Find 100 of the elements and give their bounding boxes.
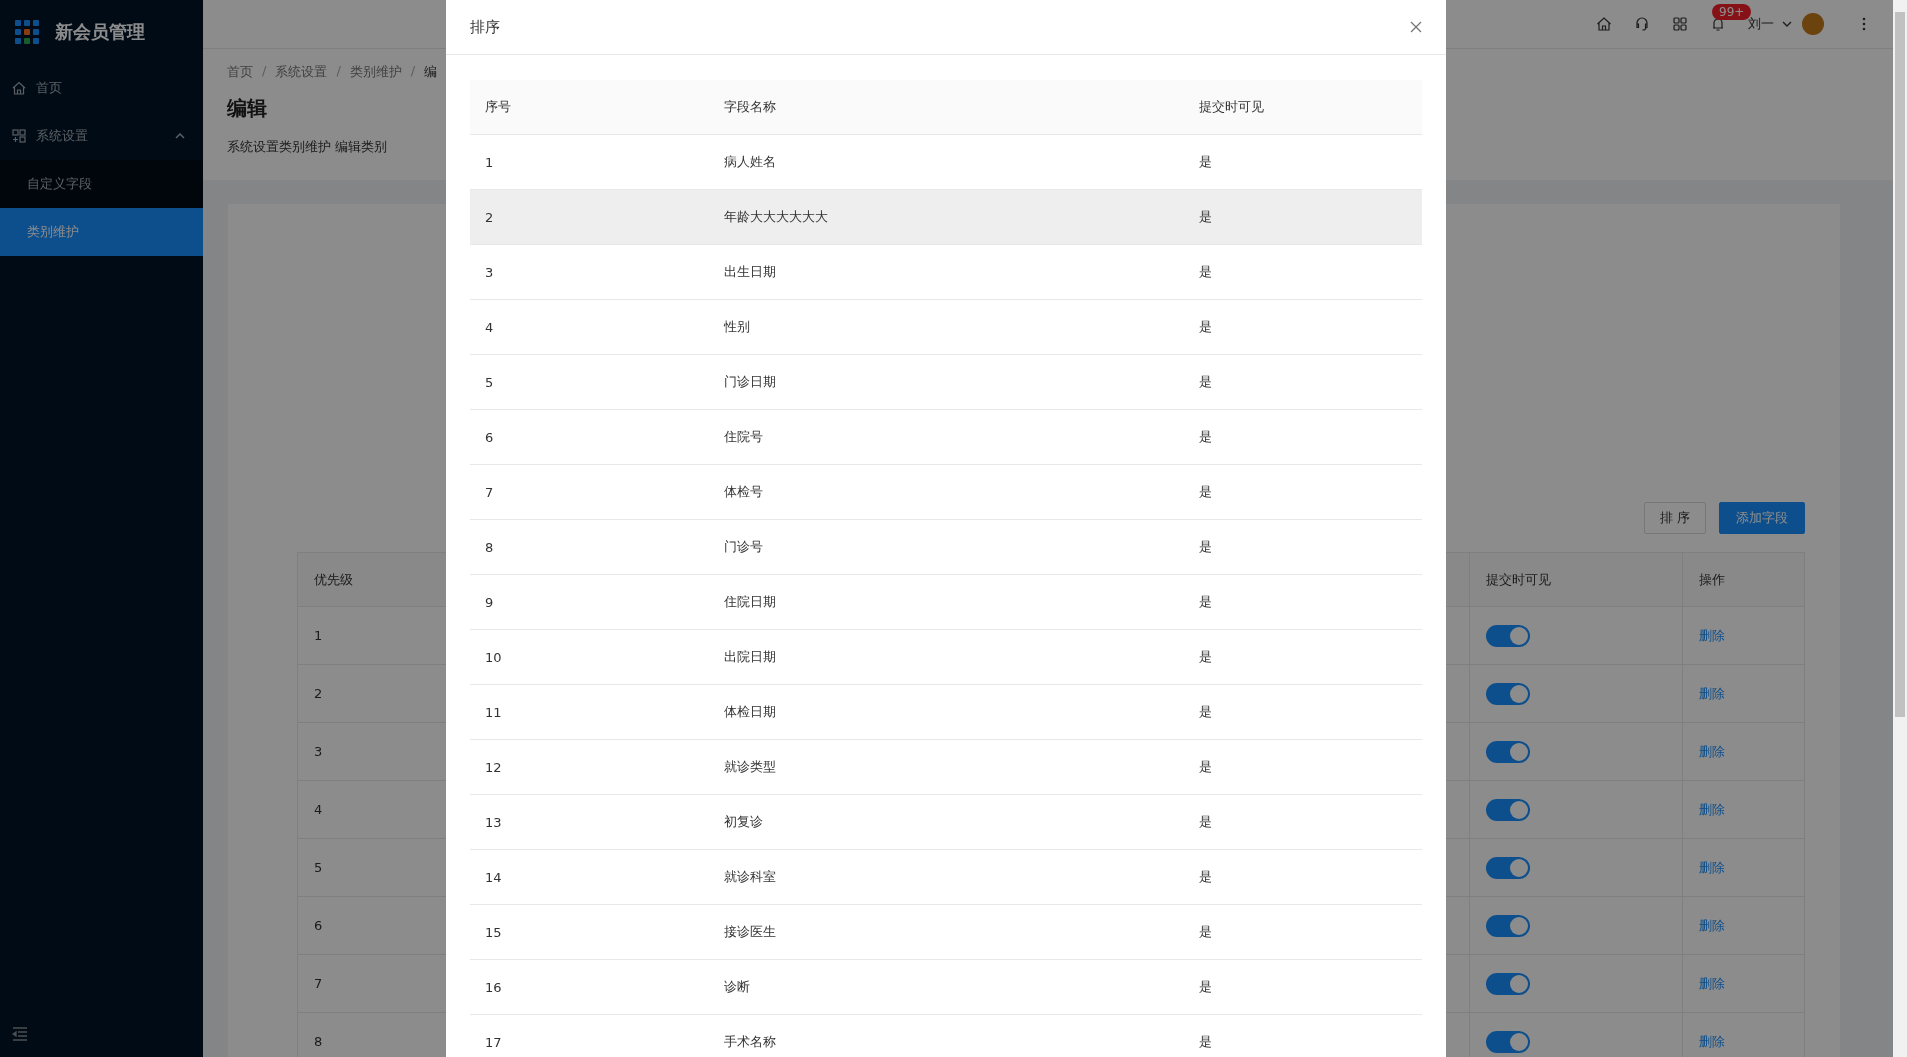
table-row[interactable]: 11 体检日期 是 bbox=[470, 685, 1422, 740]
table-cell: 出生日期 bbox=[724, 263, 776, 281]
toggle-switch[interactable] bbox=[1486, 914, 1530, 937]
table-cell: 14 bbox=[485, 869, 502, 885]
table-cell: 是 bbox=[1199, 923, 1212, 941]
column-header: 操作 bbox=[1699, 570, 1725, 589]
table-cell: 12 bbox=[485, 759, 502, 775]
table-row[interactable]: 14 就诊科室 是 bbox=[470, 850, 1422, 905]
table-cell: 体检号 bbox=[724, 483, 763, 501]
breadcrumb-separator: / bbox=[262, 63, 267, 80]
table-cell: 10 bbox=[485, 649, 502, 665]
table-cell: 门诊日期 bbox=[724, 373, 776, 391]
logo-icon bbox=[15, 20, 39, 44]
table-cell: 6 bbox=[314, 918, 323, 933]
avatar[interactable] bbox=[1802, 13, 1824, 35]
breadcrumb-link[interactable]: 首页 bbox=[227, 63, 253, 81]
table-cell: 是 bbox=[1199, 813, 1212, 831]
apps-icon bbox=[12, 129, 26, 143]
table-row[interactable]: 2 年龄大大大大大大 是 bbox=[470, 190, 1422, 245]
app-title: 新会员管理 bbox=[55, 20, 145, 44]
table-cell: 3 bbox=[314, 744, 323, 759]
sort-button[interactable]: 排 序 bbox=[1643, 502, 1706, 534]
dialog-title: 排序 bbox=[470, 17, 500, 37]
table-cell: 13 bbox=[485, 814, 502, 830]
grid-icon[interactable] bbox=[1672, 16, 1688, 32]
table-cell: 是 bbox=[1199, 593, 1212, 611]
table-cell: 是 bbox=[1199, 868, 1212, 886]
table-cell: 年龄大大大大大大 bbox=[724, 208, 828, 226]
table-row[interactable]: 6 住院号 是 bbox=[470, 410, 1422, 465]
toggle-switch[interactable] bbox=[1486, 856, 1530, 879]
close-icon[interactable] bbox=[1410, 21, 1422, 33]
table-cell: 5 bbox=[314, 860, 323, 875]
caret-icon[interactable] bbox=[1782, 21, 1792, 27]
column-header: 序号 bbox=[485, 98, 511, 116]
table-cell: 是 bbox=[1199, 978, 1212, 996]
table-row[interactable]: 3 出生日期 是 bbox=[470, 245, 1422, 300]
more-icon[interactable] bbox=[1862, 17, 1866, 31]
table-cell: 是 bbox=[1199, 758, 1212, 776]
toggle-switch[interactable] bbox=[1486, 972, 1530, 995]
toggle-switch[interactable] bbox=[1486, 624, 1530, 647]
table-row[interactable]: 16 诊断 是 bbox=[470, 960, 1422, 1015]
bell-icon[interactable] bbox=[1710, 16, 1726, 32]
column-header: 提交时可见 bbox=[1486, 570, 1551, 589]
breadcrumb-link[interactable]: 类别维护 bbox=[349, 63, 402, 81]
breadcrumb-separator: / bbox=[336, 63, 341, 80]
table-cell: 是 bbox=[1199, 428, 1212, 446]
headset-icon[interactable] bbox=[1634, 16, 1650, 32]
page-title: 编辑 bbox=[227, 95, 267, 122]
table-cell: 是 bbox=[1199, 373, 1212, 391]
breadcrumb-separator: / bbox=[410, 63, 416, 80]
table-cell: 是 bbox=[1199, 703, 1212, 721]
table-cell: 4 bbox=[314, 802, 323, 817]
table-cell: 就诊类型 bbox=[724, 758, 776, 776]
table-cell: 3 bbox=[485, 264, 494, 280]
table-cell: 17 bbox=[485, 1034, 502, 1050]
table-cell: 是 bbox=[1199, 263, 1212, 281]
table-cell: 接诊医生 bbox=[724, 923, 776, 941]
table-cell: 住院号 bbox=[724, 428, 763, 446]
toggle-switch[interactable] bbox=[1486, 798, 1530, 821]
submenu-item[interactable]: 自定义字段 bbox=[0, 160, 203, 208]
table-row[interactable]: 13 初复诊 是 bbox=[470, 795, 1422, 850]
menu-item[interactable]: 首页 bbox=[0, 64, 203, 112]
toggle-switch[interactable] bbox=[1486, 1030, 1530, 1053]
column-header: 优先级 bbox=[314, 570, 353, 589]
table-row[interactable]: 17 手术名称 是 bbox=[470, 1015, 1422, 1057]
column-header: 字段名称 bbox=[724, 98, 776, 116]
table-cell: 15 bbox=[485, 924, 502, 940]
table-row[interactable]: 4 性别 是 bbox=[470, 300, 1422, 355]
table-row[interactable]: 7 体检号 是 bbox=[470, 465, 1422, 520]
home-icon[interactable] bbox=[1596, 16, 1612, 32]
menu-item[interactable]: 系统设置 bbox=[0, 112, 203, 160]
table-cell: 8 bbox=[314, 1034, 323, 1049]
table-row[interactable]: 15 接诊医生 是 bbox=[470, 905, 1422, 960]
breadcrumb-link[interactable]: 系统设置 bbox=[275, 63, 328, 81]
notification-badge: 99+ bbox=[1712, 4, 1752, 20]
table-cell: 4 bbox=[485, 319, 494, 335]
table-cell: 2 bbox=[485, 209, 494, 225]
table-cell: 是 bbox=[1199, 648, 1212, 666]
table-cell: 体检日期 bbox=[724, 703, 776, 721]
table-cell: 1 bbox=[485, 154, 494, 170]
collapse-menu-icon[interactable] bbox=[12, 1027, 28, 1041]
table-cell: 病人姓名 bbox=[724, 153, 776, 171]
toggle-switch[interactable] bbox=[1486, 740, 1530, 763]
table-cell: 5 bbox=[485, 374, 494, 390]
breadcrumb-current: 编 bbox=[424, 63, 438, 81]
table-cell: 是 bbox=[1199, 208, 1212, 226]
table-row[interactable]: 10 出院日期 是 bbox=[470, 630, 1422, 685]
table-cell: 性别 bbox=[724, 318, 750, 336]
table-row[interactable]: 9 住院日期 是 bbox=[470, 575, 1422, 630]
home-icon bbox=[12, 81, 26, 95]
table-cell: 初复诊 bbox=[724, 813, 763, 831]
table-cell: 是 bbox=[1199, 318, 1212, 336]
table-row[interactable]: 12 就诊类型 是 bbox=[470, 740, 1422, 795]
table-row[interactable]: 8 门诊号 是 bbox=[470, 520, 1422, 575]
table-cell: 16 bbox=[485, 979, 502, 995]
table-cell: 住院日期 bbox=[724, 593, 776, 611]
toggle-switch[interactable] bbox=[1486, 682, 1530, 705]
table-cell: 1 bbox=[314, 628, 323, 643]
table-cell: 9 bbox=[485, 594, 494, 610]
table-row[interactable]: 5 门诊日期 是 bbox=[470, 355, 1422, 410]
